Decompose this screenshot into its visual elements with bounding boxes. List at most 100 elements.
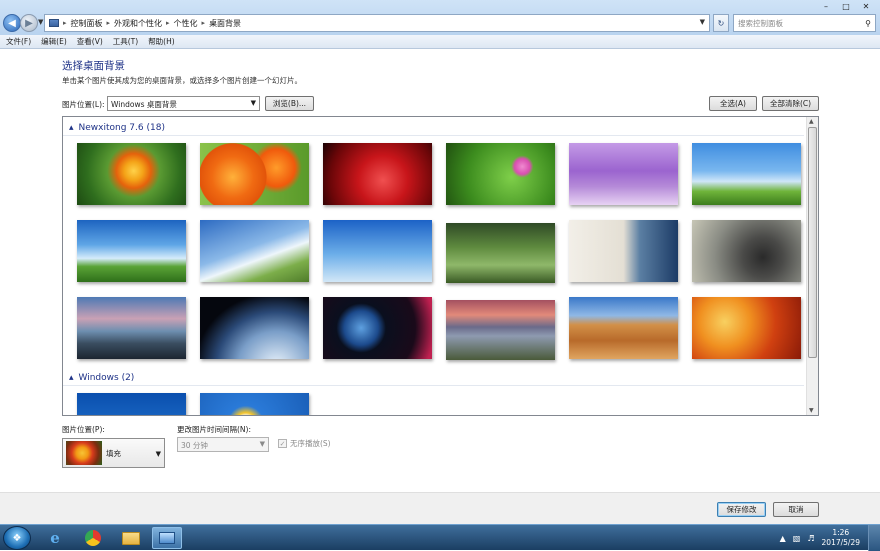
back-button[interactable]: ◀ [3, 14, 21, 32]
wallpaper-thumb[interactable] [692, 220, 801, 282]
shuffle-checkbox[interactable]: ✓ 无序播放(S) [278, 438, 331, 449]
address-bar[interactable]: ▸ 控制面板 ▸ 外观和个性化 ▸ 个性化 ▸ 桌面背景 ▼ [44, 14, 710, 32]
search-input[interactable]: 搜索控制面板 ⚲ [733, 14, 876, 32]
wallpaper-thumb[interactable] [77, 143, 186, 205]
browse-button[interactable]: 浏览(B)... [265, 96, 314, 111]
save-changes-button[interactable]: 保存修改 [717, 502, 766, 517]
page-title: 选择桌面背景 [62, 60, 125, 72]
picture-location-label: 图片位置(L): [62, 100, 105, 109]
maximize-button[interactable]: □ [836, 0, 856, 12]
explorer-taskbar-button[interactable] [116, 527, 146, 549]
wallpaper-thumb[interactable] [200, 220, 309, 282]
show-desktop-button[interactable] [868, 525, 880, 551]
divider [63, 385, 804, 386]
internet-explorer-icon: e [50, 529, 60, 547]
checkbox-check-icon[interactable]: ✓ [278, 439, 287, 448]
wallpaper-thumb[interactable] [200, 393, 309, 415]
window: – □ ✕ ◀ ▶ ▼ ▸ 控制面板 ▸ 外观和个性化 ▸ 个性化 ▸ 桌面背景… [0, 0, 880, 524]
search-icon: ⚲ [865, 18, 871, 28]
breadcrumb-desktop-background[interactable]: 桌面背景 [209, 18, 241, 29]
picture-location-select[interactable]: Windows 桌面背景 ▼ [107, 96, 260, 111]
cancel-button[interactable]: 取消 [773, 502, 819, 517]
clock-date: 2017/5/29 [821, 538, 860, 547]
wallpaper-thumb[interactable] [446, 143, 555, 205]
wallpaper-thumb[interactable] [200, 143, 309, 205]
back-arrow-icon: ◀ [8, 17, 16, 29]
chevron-right-icon[interactable]: ▸ [166, 19, 170, 27]
menu-view[interactable]: 查看(V) [77, 36, 103, 47]
chevron-right-icon[interactable]: ▸ [202, 19, 206, 27]
menu-file[interactable]: 文件(F) [6, 36, 31, 47]
ie-taskbar-button[interactable]: e [40, 527, 70, 549]
system-tray: ▲ ▧ ♬ 1:26 2017/5/29 [780, 527, 860, 549]
refresh-icon: ↻ [717, 18, 725, 28]
taskbar: ❖ e ▲ ▧ ♬ 1:26 2017/5/29 [0, 524, 880, 551]
control-panel-icon [49, 19, 59, 27]
wallpaper-thumb[interactable] [569, 143, 678, 205]
breadcrumb-personalization[interactable]: 个性化 [174, 18, 198, 29]
menu-tools[interactable]: 工具(T) [113, 36, 138, 47]
picture-location-value: Windows 桌面背景 [111, 100, 177, 109]
wallpaper-thumb[interactable] [692, 143, 801, 205]
chrome-taskbar-button[interactable] [78, 527, 108, 549]
select-all-button[interactable]: 全选(A) [709, 96, 757, 111]
folder-icon [122, 531, 140, 545]
interval-select[interactable]: 30 分钟 ▼ [177, 437, 269, 452]
wallpaper-thumb[interactable] [323, 297, 432, 359]
close-button[interactable]: ✕ [856, 0, 876, 12]
breadcrumb-appearance[interactable]: 外观和个性化 [114, 18, 162, 29]
chevron-down-icon: ▼ [259, 440, 265, 448]
refresh-button[interactable]: ↻ [713, 14, 729, 32]
menu-help[interactable]: 帮助(H) [148, 36, 175, 47]
breadcrumb-control-panel[interactable]: 控制面板 [71, 18, 103, 29]
address-dropdown-icon[interactable]: ▼ [700, 18, 705, 26]
recent-pages-chevron-icon[interactable]: ▼ [38, 18, 43, 26]
chevron-down-icon: ▼ [155, 450, 161, 458]
wallpaper-thumb[interactable] [323, 220, 432, 282]
window-controls: – □ ✕ [816, 0, 876, 12]
menu-bar: 文件(F) 编辑(E) 查看(V) 工具(T) 帮助(H) [0, 35, 880, 49]
network-icon[interactable]: ▧ [793, 534, 801, 543]
chevron-right-icon[interactable]: ▸ [107, 19, 111, 27]
wallpaper-thumb[interactable] [569, 297, 678, 359]
scrollbar[interactable]: ▲ ▼ [806, 117, 818, 415]
wallpaper-thumb[interactable] [569, 220, 678, 282]
wallpaper-thumb[interactable] [446, 300, 555, 360]
interval-label: 更改图片时间间隔(N): [177, 425, 251, 434]
wallpaper-thumb[interactable] [692, 297, 801, 359]
search-placeholder: 搜索控制面板 [738, 18, 783, 28]
minimize-button[interactable]: – [816, 0, 836, 12]
wallpaper-thumb[interactable] [77, 220, 186, 282]
scroll-down-icon[interactable]: ▼ [809, 407, 814, 414]
clock-time: 1:26 [832, 528, 850, 537]
forward-button[interactable]: ▶ [20, 14, 38, 32]
scroll-thumb[interactable] [808, 127, 817, 358]
wallpaper-thumb[interactable] [323, 143, 432, 205]
show-hidden-icons-icon[interactable]: ▲ [780, 534, 786, 543]
title-bar: – □ ✕ ◀ ▶ ▼ ▸ 控制面板 ▸ 外观和个性化 ▸ 个性化 ▸ 桌面背景… [0, 0, 880, 35]
scroll-up-icon[interactable]: ▲ [809, 118, 814, 125]
group-label: Windows (2) [78, 373, 135, 383]
collapse-arrow-icon: ▴ [69, 373, 74, 383]
chevron-right-icon[interactable]: ▸ [63, 19, 67, 27]
collapse-arrow-icon: ▴ [69, 123, 74, 133]
volume-icon[interactable]: ♬ [807, 534, 814, 543]
shuffle-label: 无序播放(S) [290, 439, 331, 448]
control-panel-taskbar-button[interactable] [152, 527, 182, 549]
picture-position-label: 图片位置(P): [62, 425, 105, 434]
wallpaper-thumb[interactable] [200, 297, 309, 359]
wallpaper-thumb[interactable] [77, 393, 186, 415]
picture-position-select[interactable]: 填充 ▼ [62, 438, 165, 468]
wallpaper-thumb[interactable] [446, 223, 555, 283]
wallpaper-thumb[interactable] [77, 297, 186, 359]
chevron-down-icon: ▼ [250, 99, 256, 107]
clear-all-button[interactable]: 全部清除(C) [762, 96, 819, 111]
group-label: Newxitong 7.6 (18) [78, 123, 165, 133]
forward-arrow-icon: ▶ [25, 17, 33, 29]
group-header-newxitong[interactable]: ▴ Newxitong 7.6 (18) [69, 123, 165, 133]
start-button[interactable]: ❖ [3, 526, 31, 550]
menu-edit[interactable]: 编辑(E) [41, 36, 67, 47]
clock[interactable]: 1:26 2017/5/29 [822, 528, 860, 548]
group-header-windows[interactable]: ▴ Windows (2) [69, 373, 134, 383]
divider [63, 135, 804, 136]
